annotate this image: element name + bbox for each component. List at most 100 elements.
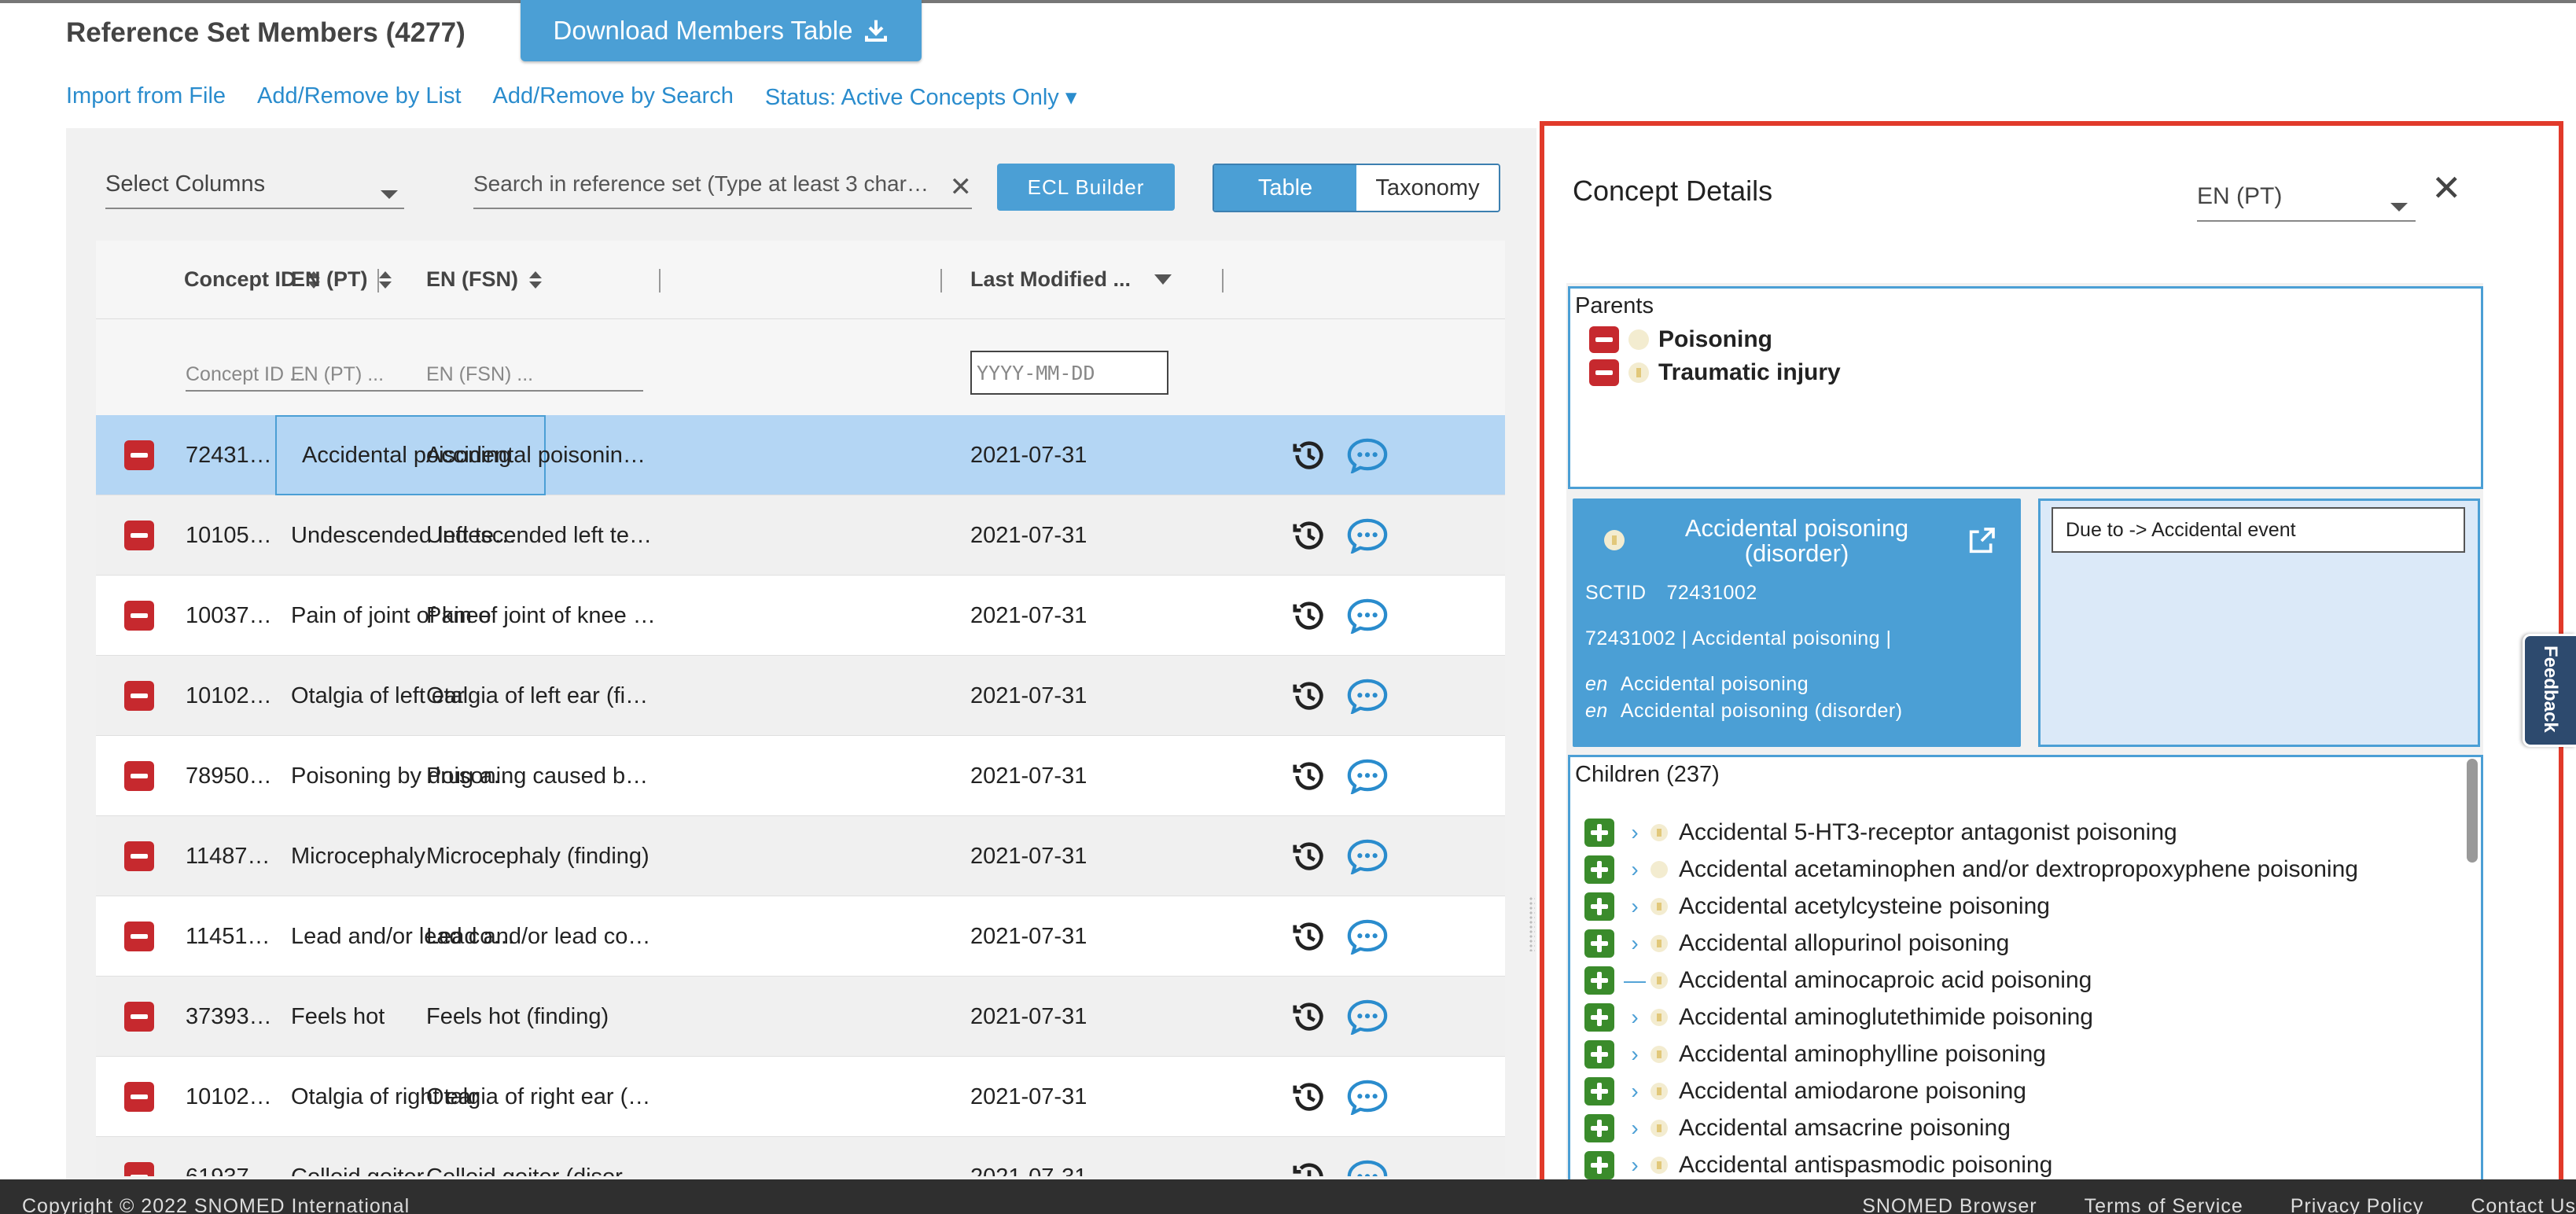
column-header-en-pt[interactable]: EN (PT) [291, 267, 392, 292]
remove-member-icon[interactable] [124, 681, 154, 711]
comment-icon[interactable] [1346, 678, 1389, 716]
child-item[interactable]: › Accidental acetylcysteine poisoning [1584, 892, 2050, 921]
comment-icon[interactable] [1346, 1159, 1389, 1176]
remove-member-icon[interactable] [124, 521, 154, 550]
download-members-button[interactable]: Download Members Table [521, 0, 922, 61]
scrollbar-thumb[interactable] [2467, 759, 2478, 863]
child-item[interactable]: › Accidental acetaminophen and/or dextrop… [1584, 855, 2358, 884]
remove-member-icon[interactable] [124, 761, 154, 791]
table-row[interactable]: 373932008Feels hotFeels hot (finding)202… [96, 977, 1505, 1057]
remove-member-icon[interactable] [124, 922, 154, 951]
remove-icon[interactable] [1589, 359, 1619, 386]
table-row[interactable]: 72431002Accidental poisoningAccidental p… [96, 415, 1505, 495]
remove-member-icon[interactable] [124, 1002, 154, 1032]
remove-member-icon[interactable] [124, 1162, 154, 1176]
add-icon[interactable] [1584, 1040, 1614, 1069]
import-from-file-link[interactable]: Import from File [66, 83, 226, 111]
comment-icon[interactable] [1346, 1079, 1389, 1117]
expand-chevron-icon[interactable]: › [1619, 820, 1650, 845]
remove-icon[interactable] [1589, 326, 1619, 353]
select-columns-dropdown[interactable]: Select Columns [105, 160, 404, 209]
add-icon[interactable] [1584, 855, 1614, 884]
comment-icon[interactable] [1346, 437, 1389, 475]
child-item[interactable]: › Accidental amsacrine poisoning [1584, 1114, 2011, 1142]
history-icon[interactable] [1291, 517, 1327, 554]
expand-chevron-icon[interactable]: › [1619, 857, 1650, 882]
add-icon[interactable] [1584, 1151, 1614, 1179]
clear-search-icon[interactable]: ✕ [950, 171, 973, 203]
table-row[interactable]: 1003721002Pain of joint of kneePain of j… [96, 576, 1505, 656]
en-fsn-filter[interactable]: EN (FSN) ... [426, 363, 643, 392]
view-table-toggle[interactable]: Table [1214, 165, 1356, 211]
footer-link-browser[interactable]: SNOMED Browser [1862, 1195, 2037, 1214]
expand-chevron-icon[interactable]: › [1619, 1153, 1650, 1178]
comment-icon[interactable] [1346, 517, 1389, 555]
add-remove-by-list-link[interactable]: Add/Remove by List [257, 83, 462, 111]
add-icon[interactable] [1584, 929, 1614, 958]
child-item[interactable]: › Accidental amiodarone poisoning [1584, 1077, 2026, 1105]
language-dropdown[interactable]: EN (PT) [2197, 173, 2416, 222]
status-filter-dropdown[interactable]: Status: Active Concepts Only ▾ [765, 83, 1077, 111]
add-remove-by-search-link[interactable]: Add/Remove by Search [493, 83, 734, 111]
expand-chevron-icon[interactable]: › [1619, 1005, 1650, 1030]
history-icon[interactable] [1291, 758, 1327, 794]
panel-resize-handle[interactable] [1529, 896, 1535, 951]
column-header-en-fsn[interactable]: EN (FSN) [426, 267, 542, 292]
remove-member-icon[interactable] [124, 841, 154, 871]
expand-chevron-icon[interactable]: › [1619, 1042, 1650, 1067]
comment-icon[interactable] [1346, 838, 1389, 876]
table-row[interactable]: 61937007Colloid goiterColloid goiter (di… [96, 1137, 1505, 1176]
footer-link-contact[interactable]: Contact Us [2471, 1195, 2576, 1214]
comment-icon[interactable] [1346, 598, 1389, 635]
remove-member-icon[interactable] [124, 1082, 154, 1112]
expand-chevron-icon[interactable]: › [1619, 931, 1650, 956]
open-external-icon[interactable] [1966, 525, 1997, 557]
history-icon[interactable] [1291, 1159, 1327, 1176]
column-header-last-modified[interactable]: Last Modified ... [970, 267, 1172, 292]
history-icon[interactable] [1291, 999, 1327, 1035]
child-item[interactable]: › Accidental antispasmodic poisoning [1584, 1151, 2052, 1179]
parent-item[interactable]: Poisoning [1589, 326, 1772, 353]
expand-chevron-icon[interactable]: › [1619, 1079, 1650, 1104]
add-icon[interactable] [1584, 1003, 1614, 1032]
add-icon[interactable] [1584, 966, 1614, 995]
history-icon[interactable] [1291, 598, 1327, 634]
history-icon[interactable] [1291, 838, 1327, 874]
remove-member-icon[interactable] [124, 601, 154, 631]
table-row[interactable]: 1010233001Otalgia of left earOtalgia of … [96, 656, 1505, 736]
refset-search-input[interactable]: Search in reference set (Type at least 3… [473, 160, 972, 209]
child-item[interactable]: › Accidental aminophylline poisoning [1584, 1040, 2046, 1069]
parent-item[interactable]: Traumatic injury [1589, 359, 1841, 386]
comment-icon[interactable] [1346, 758, 1389, 796]
history-icon[interactable] [1291, 437, 1327, 473]
last-modified-filter[interactable]: YYYY-MM-DD [970, 351, 1168, 395]
add-icon[interactable] [1584, 892, 1614, 921]
remove-member-icon[interactable] [124, 440, 154, 470]
table-row[interactable]: 1010234007Otalgia of right earOtalgia of… [96, 1057, 1505, 1137]
table-row[interactable]: 1145155005 Lead and/or lead compound pois… [96, 896, 1505, 977]
table-row[interactable]: 1148757008MicrocephalyMicrocephaly (find… [96, 816, 1505, 896]
history-icon[interactable] [1291, 918, 1327, 955]
footer-link-terms[interactable]: Terms of Service [2085, 1195, 2243, 1214]
expand-chevron-icon[interactable]: › [1619, 894, 1650, 919]
comment-icon[interactable] [1346, 999, 1389, 1036]
footer-link-privacy[interactable]: Privacy Policy [2291, 1195, 2424, 1214]
ecl-builder-button[interactable]: ECL Builder [997, 164, 1175, 211]
relationship-item[interactable]: Due to -> Accidental event [2052, 507, 2465, 553]
history-icon[interactable] [1291, 1079, 1327, 1115]
table-row[interactable]: 1010568002Undescended left testisUndesce… [96, 495, 1505, 576]
child-item[interactable]: — Accidental aminocaproic acid poisoning [1584, 966, 2092, 995]
child-item[interactable]: › Accidental allopurinol poisoning [1584, 929, 2009, 958]
add-icon[interactable] [1584, 1114, 1614, 1142]
close-icon[interactable]: ✕ [2431, 170, 2462, 206]
feedback-tab[interactable]: Feedback [2523, 634, 2576, 747]
comment-icon[interactable] [1346, 918, 1389, 956]
expand-chevron-icon[interactable]: › [1619, 1116, 1650, 1141]
child-item[interactable]: › Accidental 5-HT3-receptor antagonist po… [1584, 819, 2177, 847]
table-row[interactable]: 7895008Poisoning by drug and/or medicina… [96, 736, 1505, 816]
child-item[interactable]: › Accidental aminoglutethimide poisoning [1584, 1003, 2093, 1032]
add-icon[interactable] [1584, 1077, 1614, 1105]
view-taxonomy-toggle[interactable]: Taxonomy [1356, 165, 1499, 211]
add-icon[interactable] [1584, 819, 1614, 847]
history-icon[interactable] [1291, 678, 1327, 714]
